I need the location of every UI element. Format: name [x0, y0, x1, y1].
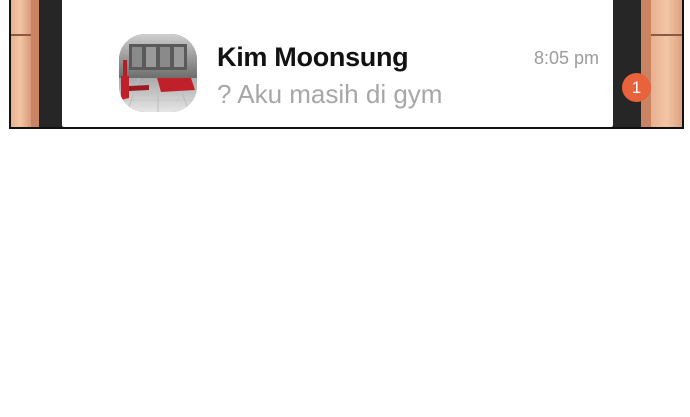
right-wall-edge: [641, 0, 651, 127]
right-wall-strip: [651, 0, 682, 127]
left-wall-strip: [11, 0, 31, 127]
sender-name: Kim Moonsung: [217, 42, 409, 72]
comic-panel: Kim Moonsung ? Aku masih di gym 8:05 pm …: [9, 0, 684, 129]
unread-count-badge: 1: [622, 73, 651, 102]
gym-photo-avatar[interactable]: [119, 34, 197, 112]
message-preview: ? Aku masih di gym: [217, 79, 443, 109]
message-time: 8:05 pm: [533, 48, 599, 68]
left-wall-edge: [31, 0, 39, 127]
chat-notification[interactable]: Kim Moonsung ? Aku masih di gym 8:05 pm …: [62, 0, 651, 127]
gym-image-icon: [119, 34, 197, 112]
